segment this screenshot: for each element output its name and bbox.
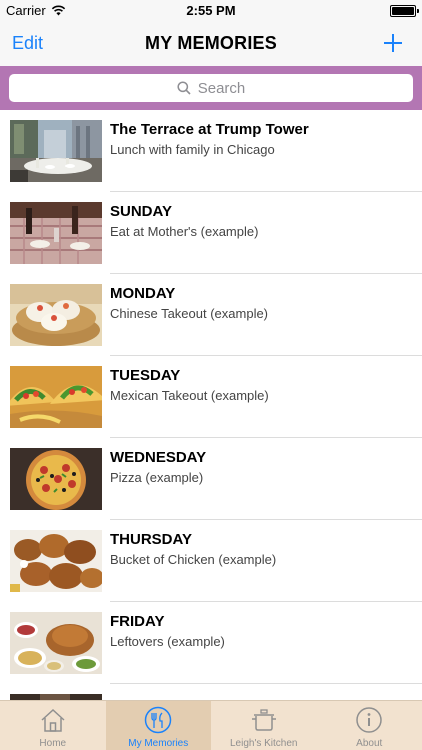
memory-row[interactable]: MONDAY Chinese Takeout (example) <box>0 274 422 356</box>
memory-subtitle: Leftovers (example) <box>110 634 225 649</box>
tab-home[interactable]: Home <box>0 701 106 750</box>
memory-title: MONDAY <box>110 285 176 302</box>
memory-title: WEDNESDAY <box>110 449 207 466</box>
page-title: MY MEMORIES <box>145 33 277 53</box>
tab-bar: Home My Memories Leigh's Kitchen About <box>0 700 422 750</box>
memory-title: THURSDAY <box>110 531 192 548</box>
memory-subtitle: Lunch with family in Chicago <box>110 142 275 157</box>
fried-chicken-photo <box>10 530 102 592</box>
navigation-bar: Edit MY MEMORIES <box>0 22 422 66</box>
tab-label: Leigh's Kitchen <box>229 738 298 749</box>
utensils-icon <box>145 706 172 734</box>
info-icon <box>356 707 382 733</box>
dim-sum-photo <box>10 284 102 346</box>
memory-subtitle: Pizza (example) <box>110 470 204 485</box>
clock: 2:55 PM <box>186 3 236 18</box>
search-input[interactable]: Search <box>9 74 413 102</box>
memory-row[interactable]: The Terrace at Trump Tower Lunch with fa… <box>0 110 422 192</box>
tab-about[interactable]: About <box>317 701 422 750</box>
memory-row[interactable]: FRIDAY Leftovers (example) <box>0 602 422 684</box>
pot-icon <box>251 709 276 731</box>
memory-row-partial[interactable] <box>0 684 422 700</box>
tab-label: About <box>356 738 383 749</box>
terrace-photo <box>10 120 102 182</box>
memory-subtitle: Mexican Takeout (example) <box>110 388 269 403</box>
pizza-photo <box>10 448 102 510</box>
memories-list: The Terrace at Trump Tower Lunch with fa… <box>0 110 422 700</box>
search-icon <box>177 81 191 95</box>
tab-leighs-kitchen[interactable]: Leigh's Kitchen <box>211 701 317 750</box>
home-icon <box>41 708 65 732</box>
memory-row[interactable]: SUNDAY Eat at Mother's (example) <box>0 192 422 274</box>
memory-title: SUNDAY <box>110 203 172 220</box>
add-memory-button[interactable] <box>382 32 404 54</box>
leftovers-photo <box>10 612 102 674</box>
tacos-photo <box>10 366 102 428</box>
memory-row[interactable]: TUESDAY Mexican Takeout (example) <box>0 356 422 438</box>
dining-table-photo <box>10 202 102 264</box>
tab-label: Home <box>39 738 67 749</box>
memory-title: FRIDAY <box>110 613 165 630</box>
memory-title: TUESDAY <box>110 367 181 384</box>
status-bar: Carrier 2:55 PM <box>0 0 422 22</box>
memory-subtitle: Eat at Mother's (example) <box>110 224 259 239</box>
memory-row[interactable]: THURSDAY Bucket of Chicken (example) <box>0 520 422 602</box>
search-bar: Search <box>0 66 422 110</box>
tab-label: My Memories <box>128 738 189 749</box>
memory-title: The Terrace at Trump Tower <box>110 121 309 138</box>
battery-icon <box>390 5 419 17</box>
memory-subtitle: Chinese Takeout (example) <box>110 306 269 321</box>
memory-subtitle: Bucket of Chicken (example) <box>110 552 277 567</box>
tab-my-memories[interactable]: My Memories <box>105 701 211 750</box>
memory-row[interactable]: WEDNESDAY Pizza (example) <box>0 438 422 520</box>
search-placeholder: Search <box>197 79 246 97</box>
